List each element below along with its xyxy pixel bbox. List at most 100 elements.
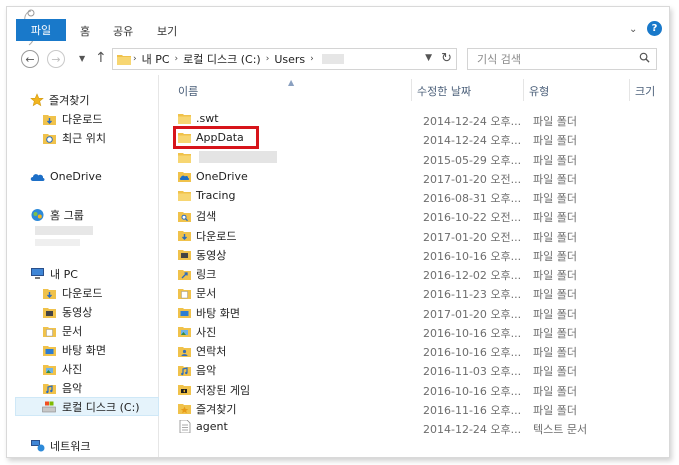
file-name: 링크 xyxy=(196,268,217,281)
file-name: 문서 xyxy=(196,287,217,301)
nav-item-label: 음악 xyxy=(62,381,83,395)
search-folder-icon xyxy=(178,211,191,222)
pictures-folder-icon xyxy=(178,327,191,338)
file-row[interactable]: Tracing 2016-08-31 오후... 파일 폴더 xyxy=(167,187,669,206)
back-arrow-icon: ← xyxy=(25,52,35,66)
file-name-cell: 즐겨찾기 xyxy=(178,401,236,417)
refresh-icon[interactable]: ↻ xyxy=(441,51,452,66)
file-name-cell: Tracing xyxy=(178,189,235,202)
file-row[interactable]: 동영상 2016-10-16 오후... 파일 폴더 xyxy=(167,245,669,264)
breadcrumb-local-disk[interactable]: 로컬 디스크 (C:) xyxy=(183,51,261,67)
file-type: 파일 폴더 xyxy=(533,384,577,398)
breadcrumb-users[interactable]: Users xyxy=(274,53,305,66)
breadcrumb-separator-icon: › xyxy=(310,54,314,64)
file-row[interactable]: 음악 2016-11-03 오후... 파일 폴더 xyxy=(167,360,669,379)
file-date: 2016-10-16 오후... xyxy=(423,346,522,359)
column-divider[interactable] xyxy=(411,79,412,101)
file-type: 파일 폴더 xyxy=(533,172,577,186)
file-date: 2016-10-16 오후... xyxy=(423,384,522,398)
file-name: 즐겨찾기 xyxy=(196,402,237,416)
breadcrumb-this-pc[interactable]: 내 PC xyxy=(142,51,170,67)
address-row: ← → ▼ ↑ › 내 PC › 로컬 디스크 (C:) › Users › ▼… xyxy=(7,45,669,73)
search-input[interactable]: 기식 검색 xyxy=(467,48,657,70)
nav-this-pc[interactable]: 내 PC xyxy=(30,264,180,283)
address-history-chevron-icon[interactable]: ▼ xyxy=(425,53,432,63)
forward-button[interactable]: → xyxy=(47,50,65,68)
file-row[interactable]: 검색 2016-10-22 오전... 파일 폴더 xyxy=(167,206,669,225)
file-name: 사진 xyxy=(196,325,217,339)
file-type: 파일 폴더 xyxy=(533,153,577,167)
homegroup-icon xyxy=(31,208,44,221)
file-date: 2016-08-31 오후... xyxy=(423,192,522,205)
address-bar[interactable]: › 내 PC › 로컬 디스크 (C:) › Users › ▼ ↻ xyxy=(112,48,457,70)
file-name: 바탕 화면 xyxy=(196,306,240,320)
file-row[interactable]: agent 2014-12-24 오후... 텍스트 문서 xyxy=(167,418,669,437)
file-row[interactable]: 즐겨찾기 2016-11-16 오후... 파일 폴더 xyxy=(167,399,669,418)
nav-item-local-disk[interactable]: 로컬 디스크 (C:) xyxy=(15,397,159,416)
nav-quick-access-label: 즐겨찾기 xyxy=(49,93,90,107)
column-divider[interactable] xyxy=(523,79,524,101)
nav-item-label: 최근 위치 xyxy=(62,131,106,145)
tab-view[interactable]: 보기 xyxy=(157,23,177,39)
back-button[interactable]: ← xyxy=(21,50,39,68)
file-row[interactable]: 연락처 2016-10-16 오후... 파일 폴더 xyxy=(167,341,669,360)
file-date: 2017-01-20 오전... xyxy=(423,172,522,186)
file-name-cell: 다운로드 xyxy=(178,228,236,244)
file-row[interactable]: 2015-05-29 오후... 파일 폴더 xyxy=(167,149,669,168)
file-name-cell: 사진 xyxy=(178,324,216,340)
file-row[interactable]: 다운로드 2017-01-20 오전... 파일 폴더 xyxy=(167,226,669,245)
local-disk-icon xyxy=(42,401,56,412)
tab-home[interactable]: 홈 xyxy=(80,23,90,39)
column-header-type[interactable]: 유형 xyxy=(529,83,549,99)
pictures-folder-icon xyxy=(43,364,56,375)
file-date: 2014-12-24 오후... xyxy=(423,134,522,148)
nav-network[interactable]: 네트워크 xyxy=(30,436,180,455)
tab-file[interactable]: 파일 xyxy=(16,19,66,41)
file-name-cell: 링크 xyxy=(178,266,216,282)
file-name: 검색 xyxy=(196,210,217,224)
ribbon-expand-chevron-icon[interactable]: ⌄ xyxy=(629,24,637,35)
file-name-cell xyxy=(178,151,277,164)
redacted-folder-name xyxy=(199,151,277,163)
file-name: 다운로드 xyxy=(196,229,237,243)
tab-share[interactable]: 공유 xyxy=(113,23,133,39)
folder-icon xyxy=(178,114,191,124)
file-date: 2014-12-24 오후... xyxy=(423,423,522,436)
up-button[interactable]: ↑ xyxy=(95,50,107,66)
video-folder-icon xyxy=(43,307,56,318)
nav-homegroup[interactable]: 홈 그룹 xyxy=(30,205,180,224)
onedrive-folder-icon xyxy=(178,171,191,182)
file-type: 파일 폴더 xyxy=(533,326,577,340)
file-type: 파일 폴더 xyxy=(533,115,577,128)
file-row[interactable]: 바탕 화면 2017-01-20 오후... 파일 폴더 xyxy=(167,303,669,322)
file-row[interactable]: 링크 2016-12-02 오후... 파일 폴더 xyxy=(167,264,669,283)
contacts-folder-icon xyxy=(178,346,191,357)
column-divider[interactable] xyxy=(629,79,630,101)
file-date: 2016-11-03 오후... xyxy=(423,365,522,379)
file-name: Tracing xyxy=(196,189,236,202)
redacted-homegroup-user xyxy=(35,239,80,246)
download-folder-icon xyxy=(43,288,56,299)
file-row[interactable]: 사진 2016-10-16 오후... 파일 폴더 xyxy=(167,322,669,341)
search-icon[interactable] xyxy=(639,52,650,63)
file-type: 파일 폴더 xyxy=(533,269,577,282)
nav-onedrive[interactable]: OneDrive xyxy=(30,167,180,186)
recent-locations-chevron-icon[interactable]: ▼ xyxy=(79,54,85,63)
nav-quick-access[interactable]: 즐겨찾기 xyxy=(30,90,180,109)
file-name: agent xyxy=(196,420,228,433)
help-button[interactable]: ? xyxy=(647,21,662,36)
column-header-date[interactable]: 수정한 날짜 xyxy=(417,83,471,99)
saved-games-folder-icon xyxy=(178,385,191,395)
desktop-folder-icon xyxy=(43,345,56,356)
file-row[interactable]: 문서 2016-11-23 오후... 파일 폴더 xyxy=(167,283,669,302)
column-header-size[interactable]: 크기 xyxy=(635,83,655,99)
file-type: 파일 폴더 xyxy=(533,403,577,417)
download-folder-icon xyxy=(43,114,56,125)
column-header-name[interactable]: 이름 xyxy=(178,83,198,99)
nav-this-pc-label: 내 PC xyxy=(50,267,78,281)
nav-item-label: 다운로드 xyxy=(62,286,103,300)
file-row[interactable]: OneDrive 2017-01-20 오전... 파일 폴더 xyxy=(167,168,669,187)
file-row[interactable]: 저장된 게임 2016-10-16 오후... 파일 폴더 xyxy=(167,380,669,399)
file-type: 파일 폴더 xyxy=(533,211,577,225)
file-name: 동영상 xyxy=(196,248,227,262)
